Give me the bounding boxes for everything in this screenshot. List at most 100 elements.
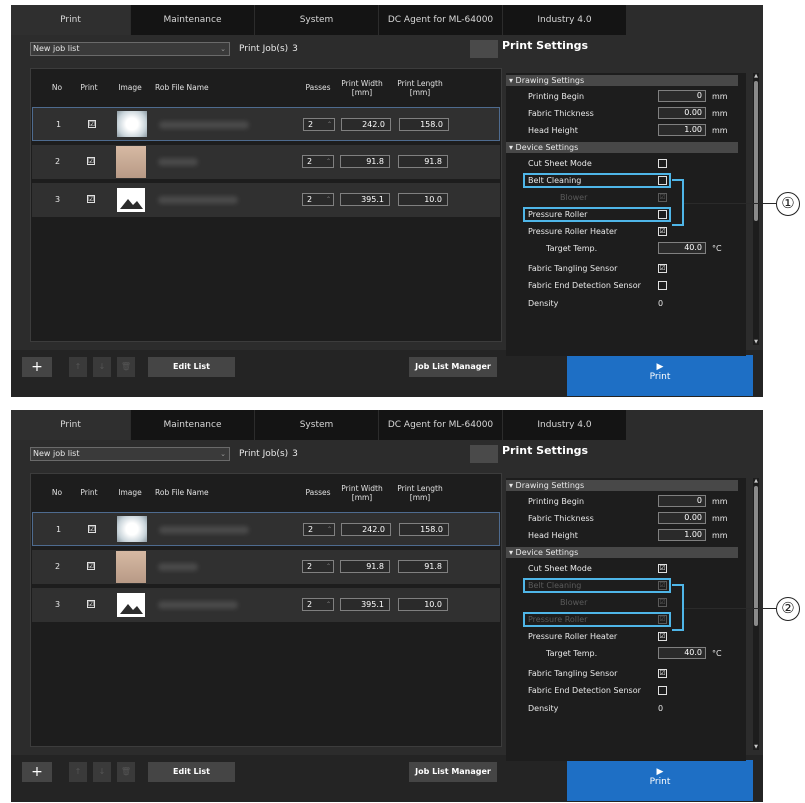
row-length-field[interactable]: 10.0 xyxy=(398,598,448,611)
row-file-name xyxy=(158,196,238,204)
device-settings-section[interactable]: ▾ Device Settings xyxy=(506,142,738,153)
row-print-checkbox[interactable]: ☑ xyxy=(87,562,95,570)
row-thumbnail xyxy=(117,111,147,137)
settings-scrollbar[interactable]: ▲ ▼ xyxy=(753,478,759,750)
row-width-field[interactable]: 395.1 xyxy=(340,193,390,206)
tab-print[interactable]: Print xyxy=(11,410,131,440)
callout-2: ② xyxy=(776,597,800,621)
row-width-field[interactable]: 395.1 xyxy=(340,598,390,611)
head-height-field[interactable]: 1.00 xyxy=(658,529,706,541)
scrollbar-thumb[interactable] xyxy=(754,81,758,221)
target-temp-field[interactable]: 40.0 xyxy=(658,647,706,659)
row-passes-spinner[interactable]: 2 ⌃ xyxy=(303,118,335,131)
row-passes-spinner[interactable]: 2 ⌃ xyxy=(302,155,334,168)
tab-dc-agent[interactable]: DC Agent for ML-64000 xyxy=(379,410,503,440)
scroll-up-icon[interactable]: ▲ xyxy=(753,73,759,79)
device-settings-section[interactable]: ▾ Device Settings xyxy=(506,547,738,558)
print-button[interactable]: ▶ Print xyxy=(567,355,753,396)
row-width-field[interactable]: 91.8 xyxy=(340,155,390,168)
row-width-field[interactable]: 91.8 xyxy=(340,560,390,573)
fabric-tangling-checkbox[interactable]: ☑ xyxy=(658,669,667,678)
row-length-field[interactable]: 91.8 xyxy=(398,560,448,573)
settings-scrollbar[interactable]: ▲ ▼ xyxy=(753,73,759,345)
row-length-field[interactable]: 158.0 xyxy=(399,523,449,536)
col-header-passes: Passes xyxy=(305,83,331,92)
head-height-field[interactable]: 1.00 xyxy=(658,124,706,136)
delete-button[interactable]: 🗑 xyxy=(117,357,135,377)
tab-system[interactable]: System xyxy=(255,410,379,440)
target-temp-label: Target Temp. xyxy=(546,649,598,658)
tab-industry[interactable]: Industry 4.0 xyxy=(503,410,627,440)
scroll-down-icon[interactable]: ▼ xyxy=(753,339,759,345)
tab-system[interactable]: System xyxy=(255,5,379,35)
row-length-field[interactable]: 91.8 xyxy=(398,155,448,168)
pressure-roller-heater-checkbox[interactable]: ☑ xyxy=(658,632,667,641)
add-job-button[interactable]: + xyxy=(22,357,52,377)
fabric-thickness-field[interactable]: 0.00 xyxy=(658,107,706,119)
drawing-settings-section[interactable]: ▾ Drawing Settings xyxy=(506,75,738,86)
cut-sheet-mode-checkbox[interactable]: ☑ xyxy=(658,564,667,573)
move-down-button[interactable]: ↓ xyxy=(93,357,111,377)
tab-maintenance[interactable]: Maintenance xyxy=(131,410,255,440)
pressure-roller-heater-checkbox[interactable]: ☑ xyxy=(658,227,667,236)
delete-button[interactable]: 🗑 xyxy=(117,762,135,782)
printing-begin-field[interactable]: 0 xyxy=(658,495,706,507)
col-header-file: Rob File Name xyxy=(155,488,209,497)
row-print-checkbox[interactable]: ☑ xyxy=(87,195,95,203)
edit-list-button[interactable]: Edit List xyxy=(148,762,235,782)
row-print-checkbox[interactable]: ☑ xyxy=(87,157,95,165)
move-down-button[interactable]: ↓ xyxy=(93,762,111,782)
row-passes-spinner[interactable]: 2 ⌃ xyxy=(302,560,334,573)
row-passes-spinner[interactable]: 2 ⌃ xyxy=(303,523,335,536)
tab-print[interactable]: Print xyxy=(11,5,131,35)
target-temp-field[interactable]: 40.0 xyxy=(658,242,706,254)
job-list-manager-button[interactable]: Job List Manager xyxy=(409,357,497,377)
table-row[interactable]: 2 ☑ 2 ⌃ 91.8 91.8 xyxy=(32,145,500,179)
row-no: 3 xyxy=(55,195,61,204)
row-length-field[interactable]: 158.0 xyxy=(399,118,449,131)
print-button[interactable]: ▶ Print xyxy=(567,760,753,801)
tab-industry[interactable]: Industry 4.0 xyxy=(503,5,627,35)
table-row[interactable]: 3 ☑ 2 ⌃ 395.1 10.0 xyxy=(32,183,500,217)
drawing-settings-section[interactable]: ▾ Drawing Settings xyxy=(506,480,738,491)
edit-list-button[interactable]: Edit List xyxy=(148,357,235,377)
row-print-checkbox[interactable]: ☑ xyxy=(88,525,96,533)
print-jobs-label: Print Job(s) xyxy=(239,44,289,54)
table-row[interactable]: 1 ☑ 2 ⌃ 242.0 158.0 xyxy=(32,512,500,546)
fabric-end-checkbox[interactable] xyxy=(658,686,667,695)
row-passes-spinner[interactable]: 2 ⌃ xyxy=(302,193,334,206)
move-up-button[interactable]: ↑ xyxy=(69,357,87,377)
cut-sheet-mode-checkbox[interactable] xyxy=(658,159,667,168)
tab-dc-agent[interactable]: DC Agent for ML-64000 xyxy=(379,5,503,35)
callout-1-bracket xyxy=(672,179,684,226)
fabric-thickness-field[interactable]: 0.00 xyxy=(658,512,706,524)
table-row[interactable]: 1 ☑ 2 ⌃ 242.0 158.0 xyxy=(32,107,500,141)
scrollbar-thumb[interactable] xyxy=(754,486,758,626)
table-row[interactable]: 2 ☑ 2 ⌃ 91.8 91.8 xyxy=(32,550,500,584)
scroll-down-icon[interactable]: ▼ xyxy=(753,744,759,750)
job-list-dropdown-value: New job list xyxy=(33,449,80,458)
row-width-field[interactable]: 242.0 xyxy=(341,118,391,131)
add-job-button[interactable]: + xyxy=(22,762,52,782)
blower-checkbox[interactable]: ☑ xyxy=(658,598,667,607)
job-list-dropdown[interactable]: New job list ⌄ xyxy=(30,447,230,461)
row-length-field[interactable]: 10.0 xyxy=(398,193,448,206)
row-width-field[interactable]: 242.0 xyxy=(341,523,391,536)
printing-begin-field[interactable]: 0 xyxy=(658,90,706,102)
row-file-name xyxy=(158,563,198,571)
blower-checkbox[interactable]: ☑ xyxy=(658,193,667,202)
row-print-checkbox[interactable]: ☑ xyxy=(88,120,96,128)
fabric-tangling-checkbox[interactable]: ☑ xyxy=(658,264,667,273)
job-list-dropdown[interactable]: New job list ⌄ xyxy=(30,42,230,56)
table-row[interactable]: 3 ☑ 2 ⌃ 395.1 10.0 xyxy=(32,588,500,622)
row-passes-spinner[interactable]: 2 ⌃ xyxy=(302,598,334,611)
row-print-checkbox[interactable]: ☑ xyxy=(87,600,95,608)
expand-button[interactable] xyxy=(470,40,498,58)
tab-maintenance[interactable]: Maintenance xyxy=(131,5,255,35)
fabric-end-checkbox[interactable] xyxy=(658,281,667,290)
move-up-button[interactable]: ↑ xyxy=(69,762,87,782)
fabric-thickness-label: Fabric Thickness xyxy=(528,109,594,118)
scroll-up-icon[interactable]: ▲ xyxy=(753,478,759,484)
job-list-manager-button[interactable]: Job List Manager xyxy=(409,762,497,782)
expand-button[interactable] xyxy=(470,445,498,463)
